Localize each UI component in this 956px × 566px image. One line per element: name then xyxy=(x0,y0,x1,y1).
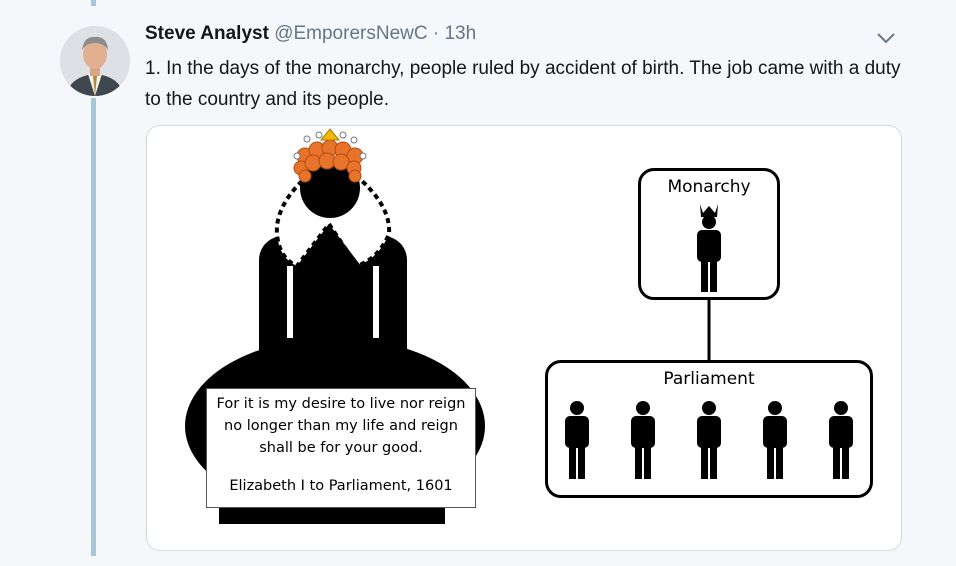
author-name[interactable]: Steve Analyst xyxy=(145,23,269,44)
tweet-image[interactable]: Monarchy Parliament For it is my desire … xyxy=(146,125,902,551)
quote-line: no longer than my life and reign xyxy=(224,418,458,434)
quote-attribution: Elizabeth I to Parliament, 1601 xyxy=(229,478,453,494)
avatar[interactable] xyxy=(60,26,130,96)
separator: · xyxy=(432,23,440,44)
quote-box: For it is my desire to live nor reign no… xyxy=(206,388,476,508)
tweet-time[interactable]: 13h xyxy=(444,23,476,44)
tweet-header: Steve Analyst @EmporersNewC · 13h xyxy=(145,22,476,46)
parliament-box: Parliament xyxy=(545,360,873,498)
chevron-down-icon[interactable] xyxy=(874,28,898,48)
quote-line: shall be for your good. xyxy=(259,440,423,456)
quote-line: For it is my desire to live nor reign xyxy=(216,396,466,412)
parliament-label: Parliament xyxy=(663,369,755,389)
avatar-image xyxy=(60,26,130,96)
thread-line xyxy=(91,98,96,556)
monarchy-label: Monarchy xyxy=(667,177,751,197)
tweet-text: 1. In the days of the monarchy, people r… xyxy=(145,58,901,110)
author-handle[interactable]: @EmporersNewC xyxy=(274,23,427,44)
monarchy-box: Monarchy xyxy=(638,168,780,300)
